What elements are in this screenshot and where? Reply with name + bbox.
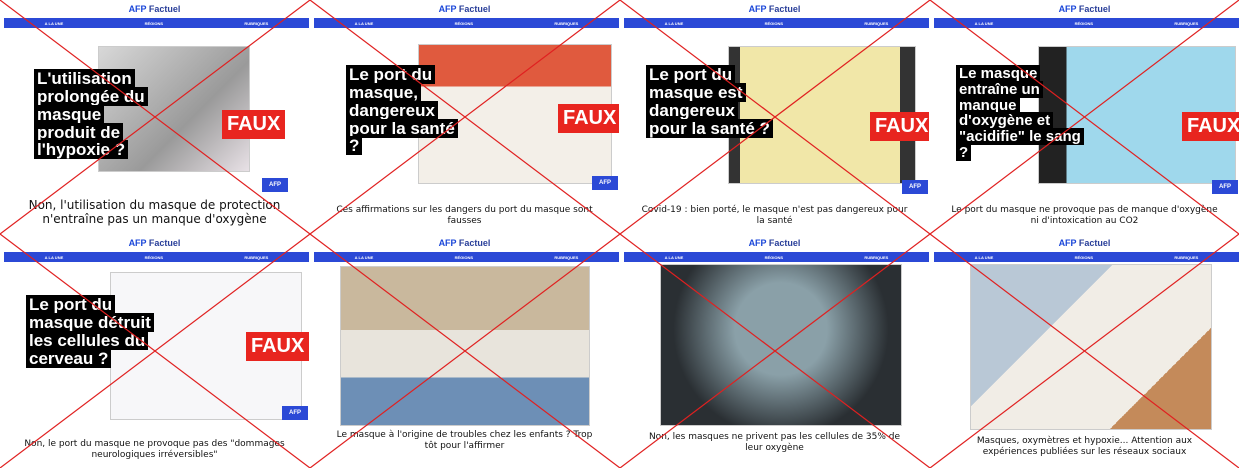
hanging-masks-photo: [660, 264, 902, 426]
nav-item[interactable]: RÉGIONS: [1075, 21, 1093, 26]
nav-item[interactable]: RÉGIONS: [455, 255, 473, 260]
nav-item[interactable]: RUBRIQUES: [554, 21, 578, 26]
card-caption: Ces affirmations sur les dangers du port…: [336, 205, 593, 226]
card-caption: Covid-19 : bien porté, le masque n'est p…: [641, 205, 908, 226]
nav-item[interactable]: RUBRIQUES: [244, 255, 268, 260]
card-caption: Le masque à l'origine de troubles chez l…: [336, 430, 593, 451]
nav-item[interactable]: RUBRIQUES: [244, 21, 268, 26]
afp-badge: AFP: [902, 180, 928, 194]
fact-check-card[interactable]: AFP Factuel A LA UNE RÉGIONS RUBRIQUES L…: [0, 0, 309, 234]
nav-item[interactable]: RUBRIQUES: [1174, 255, 1198, 260]
nav-item[interactable]: A LA UNE: [665, 21, 684, 26]
fact-check-card[interactable]: AFP Factuel A LA UNE RÉGIONS RUBRIQUES M…: [930, 234, 1239, 468]
nav-item[interactable]: RÉGIONS: [765, 255, 783, 260]
card-caption: Le port du masque ne provoque pas de man…: [951, 205, 1218, 226]
nav-item[interactable]: RUBRIQUES: [1174, 21, 1198, 26]
nav-item[interactable]: RÉGIONS: [765, 21, 783, 26]
afp-badge: AFP: [262, 178, 288, 192]
fact-check-grid: AFP Factuel A LA UNE RÉGIONS RUBRIQUES L…: [0, 0, 1239, 468]
verdict-badge: FAUX: [870, 112, 929, 141]
card-caption: Non, l'utilisation du masque de protecti…: [28, 198, 281, 227]
claim-headline: Le port du masque est dangereux pour la …: [646, 65, 776, 138]
fact-check-card[interactable]: AFP Factuel A LA UNE RÉGIONS RUBRIQUES L…: [930, 0, 1239, 234]
afp-badge: AFP: [592, 176, 618, 190]
classroom-photo: [340, 266, 590, 426]
nav-bar: A LA UNE RÉGIONS RUBRIQUES: [4, 18, 309, 28]
nav-bar: A LA UNE RÉGIONS RUBRIQUES: [4, 252, 309, 262]
claim-headline: L'utilisation prolongée du masque produi…: [34, 69, 162, 160]
claim-headline: Le port du masque, dangereux pour la san…: [346, 65, 458, 156]
afp-factuel-logo: AFP Factuel: [748, 4, 801, 14]
fact-check-card[interactable]: AFP Factuel A LA UNE RÉGIONS RUBRIQUES N…: [620, 234, 929, 468]
claim-headline: Le port du masque détruit les cellules d…: [26, 295, 162, 368]
nav-item[interactable]: A LA UNE: [355, 21, 374, 26]
nav-item[interactable]: RÉGIONS: [455, 21, 473, 26]
fact-check-card[interactable]: AFP Factuel A LA UNE RÉGIONS RUBRIQUES L…: [0, 234, 309, 468]
nav-bar: A LA UNE RÉGIONS RUBRIQUES: [624, 252, 929, 262]
verdict-badge: FAUX: [1182, 112, 1239, 141]
nav-item[interactable]: RUBRIQUES: [864, 255, 888, 260]
fact-check-card[interactable]: AFP Factuel A LA UNE RÉGIONS RUBRIQUES L…: [310, 234, 619, 468]
mask-box-photo: [970, 264, 1212, 430]
nav-item[interactable]: RUBRIQUES: [554, 255, 578, 260]
nav-item[interactable]: A LA UNE: [355, 255, 374, 260]
card-caption: Masques, oxymètres et hypoxie... Attenti…: [976, 436, 1193, 457]
afp-badge: AFP: [282, 406, 308, 420]
nav-item[interactable]: RUBRIQUES: [864, 21, 888, 26]
verdict-badge: FAUX: [558, 104, 619, 133]
verdict-badge: FAUX: [246, 332, 309, 361]
nav-item[interactable]: RÉGIONS: [1075, 255, 1093, 260]
afp-factuel-logo: AFP Factuel: [748, 238, 801, 248]
afp-factuel-logo: AFP Factuel: [128, 238, 181, 248]
afp-badge: AFP: [1212, 180, 1238, 194]
card-caption: Non, le port du masque ne provoque pas d…: [24, 439, 285, 460]
afp-factuel-logo: AFP Factuel: [438, 238, 491, 248]
nav-item[interactable]: A LA UNE: [45, 255, 64, 260]
afp-factuel-logo: AFP Factuel: [1058, 4, 1111, 14]
nav-item[interactable]: A LA UNE: [45, 21, 64, 26]
nav-bar: A LA UNE RÉGIONS RUBRIQUES: [624, 18, 929, 28]
nav-item[interactable]: A LA UNE: [665, 255, 684, 260]
card-caption: Non, les masques ne privent pas les cell…: [648, 432, 901, 453]
nav-bar: A LA UNE RÉGIONS RUBRIQUES: [934, 18, 1239, 28]
afp-factuel-logo: AFP Factuel: [1058, 238, 1111, 248]
afp-factuel-logo: AFP Factuel: [128, 4, 181, 14]
nav-bar: A LA UNE RÉGIONS RUBRIQUES: [314, 18, 619, 28]
nav-item[interactable]: A LA UNE: [975, 255, 994, 260]
nav-item[interactable]: RÉGIONS: [145, 255, 163, 260]
nav-item[interactable]: RÉGIONS: [145, 21, 163, 26]
claim-headline: Le masque entraîne un manque d'oxygène e…: [956, 65, 1084, 161]
fact-check-card[interactable]: AFP Factuel A LA UNE RÉGIONS RUBRIQUES L…: [310, 0, 619, 234]
nav-bar: A LA UNE RÉGIONS RUBRIQUES: [934, 252, 1239, 262]
nav-bar: A LA UNE RÉGIONS RUBRIQUES: [314, 252, 619, 262]
nav-item[interactable]: A LA UNE: [975, 21, 994, 26]
fact-check-card[interactable]: AFP Factuel A LA UNE RÉGIONS RUBRIQUES L…: [620, 0, 929, 234]
afp-factuel-logo: AFP Factuel: [438, 4, 491, 14]
verdict-badge: FAUX: [222, 110, 286, 139]
